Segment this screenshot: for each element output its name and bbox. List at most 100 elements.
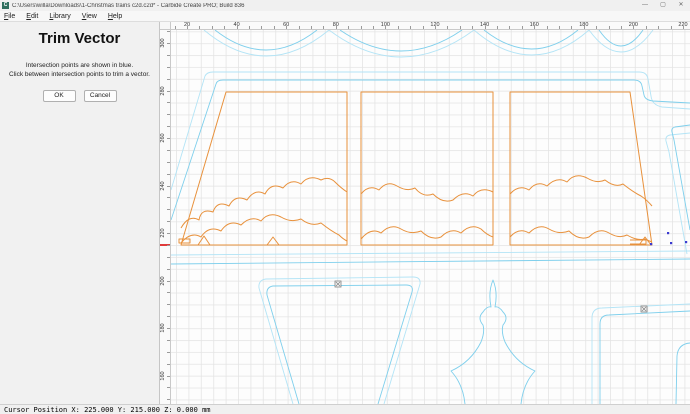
- ruler-tick: [167, 399, 170, 401]
- ruler-tick: [167, 221, 170, 223]
- window-title: C:\Users\willa\Downloads\1-Christmas tra…: [12, 2, 245, 9]
- ruler-tick: [410, 26, 412, 29]
- ruler-tick: [571, 26, 573, 29]
- ruler-tick: [621, 26, 622, 29]
- menu-item-view[interactable]: View: [82, 13, 97, 20]
- handle-marker[interactable]: [640, 305, 648, 313]
- ruler-label: 60: [283, 22, 290, 28]
- ruler-tick: [261, 26, 263, 29]
- ruler-tick: [167, 339, 170, 341]
- cursor-position-readout: Cursor Position X: 225.000 Y: 215.000 Z:…: [4, 405, 211, 414]
- ruler-tick: [670, 26, 672, 29]
- ruler-label: 260: [160, 133, 166, 143]
- ruler-tick: [167, 54, 170, 56]
- ruler-label: 200: [628, 22, 638, 28]
- panel-buttons: OK Cancel: [0, 90, 159, 102]
- ruler-tick: [167, 351, 170, 353]
- app-window: C C:\Users\willa\Downloads\1-Christmas t…: [0, 0, 690, 414]
- ruler-tick: [167, 304, 170, 306]
- ruler-tick: [472, 26, 474, 29]
- ruler-tick: [360, 26, 362, 29]
- ruler-corner: [160, 22, 171, 30]
- menu-bar: File Edit Library View Help: [0, 11, 690, 22]
- ruler-label: 140: [480, 22, 490, 28]
- ruler-tick: [167, 102, 170, 104]
- ruler-tick: [521, 26, 523, 29]
- ruler-tick: [167, 268, 170, 270]
- ruler-label: 40: [233, 22, 240, 28]
- ruler-label: 160: [529, 22, 539, 28]
- intersection-point[interactable]: [685, 241, 688, 244]
- ruler-tick: [167, 197, 170, 199]
- drawing-canvas[interactable]: [171, 30, 690, 404]
- menu-item-help[interactable]: Help: [108, 13, 122, 20]
- menu-item-library[interactable]: Library: [49, 13, 70, 20]
- ruler-label: 180: [579, 22, 589, 28]
- ruler-label: 300: [160, 38, 166, 48]
- ruler-tick: [167, 78, 170, 80]
- cancel-button[interactable]: Cancel: [83, 90, 117, 102]
- ruler-tick: [596, 26, 598, 29]
- ruler-tick: [459, 26, 461, 29]
- ruler-tick: [397, 26, 399, 29]
- ruler-tick: [167, 66, 170, 68]
- ruler-tick: [447, 26, 449, 29]
- ruler-tick: [167, 256, 170, 258]
- ruler-label: 180: [160, 323, 166, 333]
- ruler-tick: [497, 26, 498, 29]
- ruler-tick: [608, 26, 610, 29]
- ruler-vertical: 300 280 260 240 220 200 180 160: [160, 30, 171, 404]
- ruler-tick: [422, 26, 424, 29]
- ruler-tick: [167, 161, 170, 163]
- intersection-point[interactable]: [667, 232, 670, 235]
- status-bar: Cursor Position X: 225.000 Y: 215.000 Z:…: [0, 404, 690, 414]
- ruler-label: 220: [678, 22, 688, 28]
- ruler-tick: [167, 244, 170, 246]
- ruler-tick: [174, 26, 176, 29]
- app-icon: C: [2, 2, 9, 9]
- ruler-tick: [298, 26, 300, 29]
- ruler-tick: [645, 26, 647, 29]
- close-button[interactable]: ✕: [672, 1, 690, 10]
- maximize-button[interactable]: ▢: [654, 1, 672, 10]
- ruler-label: 220: [160, 228, 166, 238]
- ruler-tick: [273, 26, 275, 29]
- ruler-tick: [167, 31, 170, 33]
- handle-marker[interactable]: [334, 280, 342, 288]
- ruler-tick: [167, 387, 170, 389]
- instruction-line-1: Intersection points are shown in blue.: [25, 62, 134, 69]
- menu-item-file[interactable]: File: [4, 13, 15, 20]
- ruler-tick: [373, 26, 374, 29]
- ruler-horizontal: 20 40 60 80 100 120 140 160 180 200 220: [171, 22, 690, 30]
- ruler-label: 100: [380, 22, 390, 28]
- ruler-tick: [167, 149, 170, 151]
- canvas-area: 20 40 60 80 100 120 140 160 180 200 220 300 280 260 2…: [160, 22, 690, 404]
- ruler-tick: [348, 26, 350, 29]
- ruler-tick: [323, 26, 325, 29]
- ruler-tick: [224, 26, 226, 29]
- ruler-tick: [167, 114, 170, 116]
- canvas-vectors: [171, 30, 690, 404]
- ruler-tick: [167, 292, 170, 294]
- minimize-button[interactable]: —: [636, 1, 654, 10]
- ruler-label: 160: [160, 370, 166, 381]
- ruler-label: 280: [160, 85, 166, 96]
- ruler-tick: [199, 26, 201, 29]
- ruler-tick: [167, 126, 170, 128]
- intersection-point[interactable]: [670, 242, 673, 245]
- menu-item-edit[interactable]: Edit: [26, 13, 38, 20]
- ruler-tick: [509, 26, 511, 29]
- ruler-label: 120: [430, 22, 440, 28]
- ruler-tick: [167, 173, 170, 175]
- ruler-tick: [167, 209, 170, 211]
- ruler-tick: [249, 26, 250, 29]
- ruler-label: 240: [160, 180, 166, 191]
- ok-button[interactable]: OK: [42, 90, 76, 102]
- ruler-label: 200: [160, 275, 166, 286]
- page-title: Trim Vector: [38, 30, 121, 47]
- ruler-tick: [559, 26, 560, 29]
- grid-background: [171, 30, 690, 404]
- ruler-tick: [167, 316, 170, 318]
- trim-vector-panel: Trim Vector Intersection points are show…: [0, 22, 160, 404]
- intersection-point[interactable]: [650, 243, 653, 246]
